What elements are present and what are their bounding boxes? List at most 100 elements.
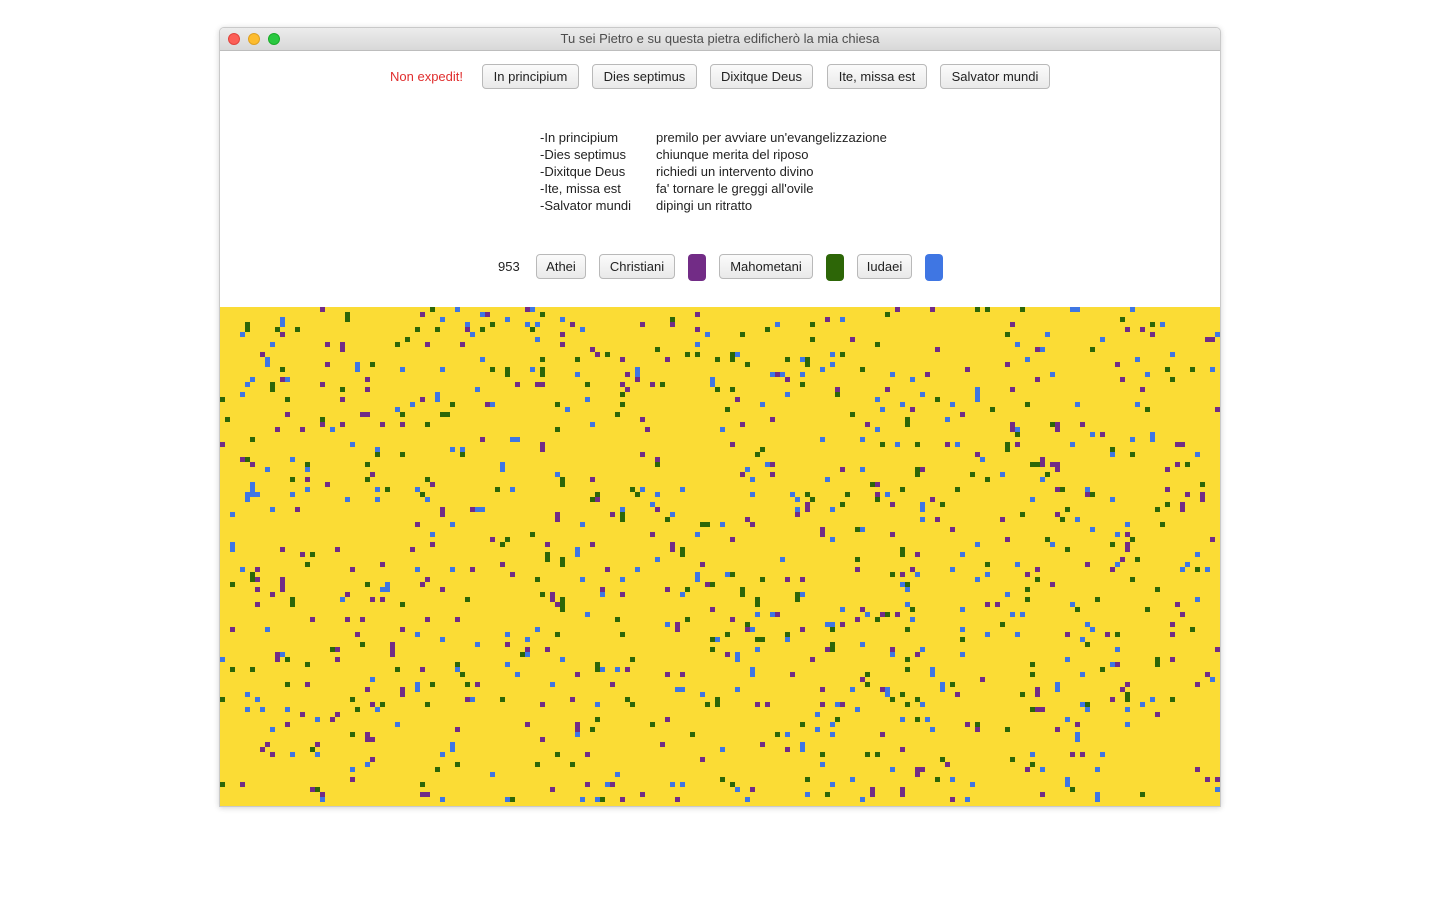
grid-cell: [875, 492, 880, 497]
grid-cell: [945, 762, 950, 767]
grid-cell: [300, 552, 305, 557]
grid-cell: [685, 587, 690, 592]
grid-cell: [335, 547, 340, 552]
grid-cell: [335, 647, 340, 652]
mahometani-color-swatch[interactable]: [826, 254, 844, 281]
grid-cell: [425, 577, 430, 582]
grid-cell: [305, 562, 310, 567]
grid-cell: [665, 622, 670, 627]
grid-cell: [1035, 687, 1040, 697]
grid-cell: [790, 492, 795, 497]
grid-cell: [840, 702, 845, 707]
grid-cell: [420, 667, 425, 672]
grid-cell: [1115, 632, 1120, 637]
grid-cell: [840, 502, 845, 507]
grid-cell: [350, 567, 355, 572]
grid-cell: [335, 712, 340, 717]
grid-cell: [755, 647, 760, 652]
grid-cell: [940, 687, 945, 692]
iudaei-color-swatch[interactable]: [925, 254, 943, 281]
ite-missa-est-button[interactable]: Ite, missa est: [827, 64, 927, 89]
grid-cell: [905, 582, 910, 587]
grid-cell: [785, 747, 790, 752]
grid-cell: [625, 667, 630, 672]
grid-cell: [270, 752, 275, 757]
grid-cell: [230, 582, 235, 587]
christiani-button[interactable]: Christiani: [599, 254, 675, 279]
grid-cell: [905, 627, 910, 632]
dies-septimus-button[interactable]: Dies septimus: [592, 64, 697, 89]
iudaei-button[interactable]: Iudaei: [857, 254, 912, 279]
christiani-color-swatch[interactable]: [688, 254, 706, 281]
grid-cell: [510, 437, 515, 442]
grid-cell: [1210, 337, 1215, 342]
grid-cell: [590, 422, 595, 427]
grid-cell: [830, 782, 835, 787]
grid-cell: [1205, 567, 1210, 572]
grid-cell: [700, 692, 705, 697]
grid-cell: [920, 767, 925, 772]
grid-cell: [1125, 707, 1130, 712]
grid-cell: [960, 607, 965, 612]
grid-cell: [1080, 752, 1085, 757]
grid-cell: [620, 507, 625, 512]
grid-cell: [250, 437, 255, 442]
grid-cell: [1180, 442, 1185, 447]
grid-cell: [735, 652, 740, 662]
grid-cell: [360, 642, 365, 647]
grid-cell: [1050, 422, 1055, 427]
salvator-mundi-button[interactable]: Salvator mundi: [940, 64, 1050, 89]
grid-cell: [620, 392, 625, 397]
grid-cell: [540, 367, 545, 372]
grid-cell: [505, 537, 510, 542]
grid-cell: [380, 422, 385, 427]
grid-cell: [760, 577, 765, 582]
grid-cell: [590, 727, 595, 732]
grid-cell: [1020, 692, 1025, 697]
grid-cell: [640, 417, 645, 422]
grid-cell: [305, 487, 310, 492]
grid-cell: [255, 577, 260, 582]
grid-cell: [975, 397, 980, 402]
grid-cell: [245, 707, 250, 712]
grid-cell: [355, 632, 360, 637]
grid-cell: [1145, 407, 1150, 412]
mahometani-button[interactable]: Mahometani: [719, 254, 813, 279]
grid-cell: [655, 557, 660, 562]
grid-cell: [500, 542, 505, 547]
grid-cell: [975, 577, 980, 582]
grid-cell: [985, 602, 990, 607]
grid-cell: [265, 742, 270, 747]
grid-cell: [275, 652, 280, 662]
grid-cell: [855, 617, 860, 622]
grid-cell: [730, 617, 735, 622]
grid-cell: [320, 422, 325, 427]
grid-cell: [890, 502, 895, 507]
grid-cell: [880, 612, 885, 617]
grid-cell: [1075, 607, 1080, 612]
grid-cell: [1055, 727, 1060, 732]
grid-cell: [450, 402, 455, 407]
grid-cell: [320, 417, 325, 422]
grid-cell: [1215, 787, 1220, 792]
grid-cell: [830, 507, 835, 512]
grid-cell: [745, 627, 750, 632]
grid-cell: [870, 482, 875, 487]
grid-cell: [755, 612, 760, 617]
grid-cell: [1055, 462, 1060, 472]
simulation-canvas[interactable]: [220, 307, 1220, 806]
dixitque-deus-button[interactable]: Dixitque Deus: [710, 64, 813, 89]
title-bar[interactable]: Tu sei Pietro e su questa pietra edifich…: [220, 28, 1220, 51]
grid-cell: [1185, 462, 1190, 467]
grid-cell: [1170, 352, 1175, 357]
grid-cell: [705, 522, 710, 527]
grid-cell: [920, 647, 925, 652]
in-principium-button[interactable]: In principium: [482, 64, 579, 89]
grid-cell: [845, 492, 850, 497]
athei-button[interactable]: Athei: [536, 254, 586, 279]
grid-cell: [1185, 562, 1190, 567]
grid-cell: [1110, 542, 1115, 547]
grid-cell: [535, 577, 540, 582]
grid-cell: [475, 387, 480, 392]
grid-cell: [1195, 567, 1200, 572]
